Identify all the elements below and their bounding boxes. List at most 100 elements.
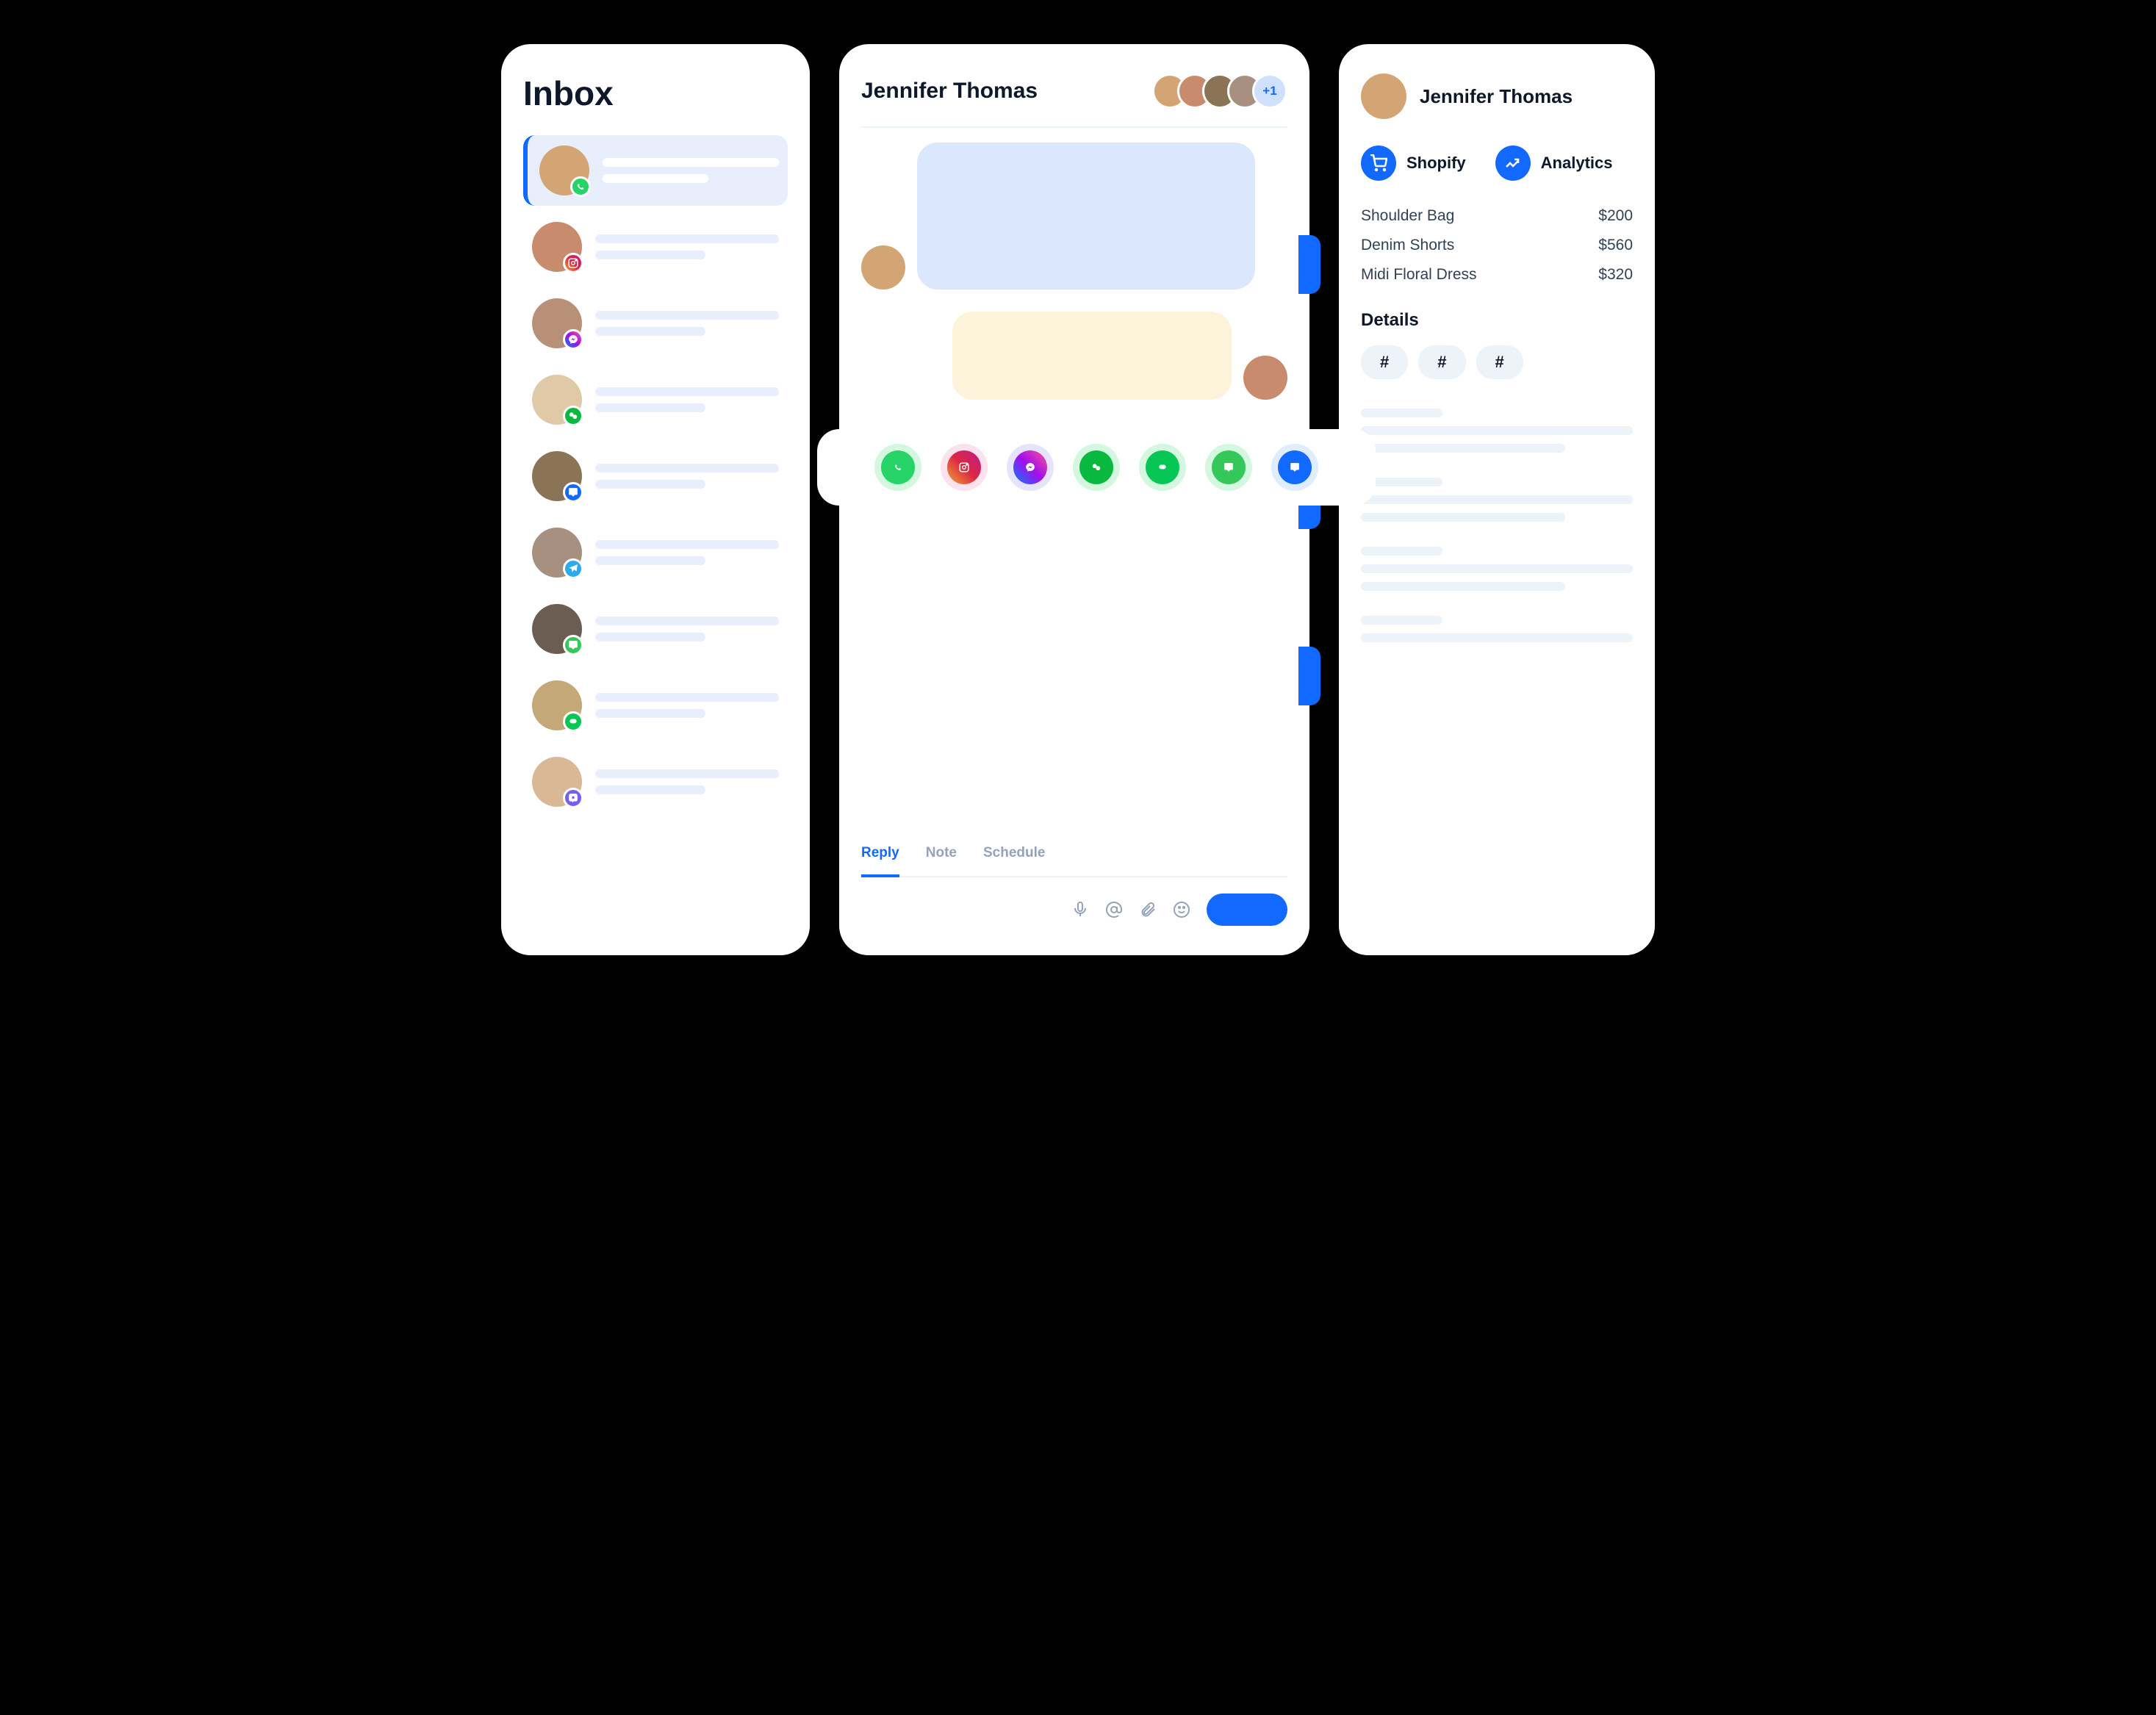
integration-label: Analytics xyxy=(1541,154,1613,173)
tags-row: # # # xyxy=(1361,345,1633,379)
tag-pill[interactable]: # xyxy=(1476,345,1523,379)
inbox-item[interactable] xyxy=(523,441,788,511)
wechat-icon xyxy=(1079,450,1113,484)
avatar-wrap xyxy=(532,375,582,425)
contact-avatar xyxy=(1361,73,1406,119)
inbox-item[interactable] xyxy=(523,288,788,359)
microphone-icon[interactable] xyxy=(1071,901,1089,918)
preview-lines xyxy=(595,693,779,718)
tab-schedule[interactable]: Schedule xyxy=(983,845,1045,866)
imessage-icon xyxy=(1212,450,1246,484)
emoji-icon[interactable] xyxy=(1173,901,1190,918)
purchase-list: Shoulder Bag $200 Denim Shorts $560 Midi Flo… xyxy=(1361,207,1633,284)
preview-lines xyxy=(595,311,779,336)
avatar-wrap xyxy=(532,451,582,501)
whatsapp-icon xyxy=(570,176,591,197)
detail-placeholder-block xyxy=(1361,547,1633,591)
avatar-wrap xyxy=(532,604,582,654)
inbox-item[interactable] xyxy=(523,517,788,588)
purchase-row: Midi Floral Dress $320 xyxy=(1361,266,1633,284)
tab-reply[interactable]: Reply xyxy=(861,845,899,877)
avatar-wrap xyxy=(532,680,582,730)
channel-instagram[interactable] xyxy=(941,444,988,491)
preview-lines xyxy=(595,769,779,794)
mention-icon[interactable] xyxy=(1105,901,1123,918)
viber-icon xyxy=(563,788,583,808)
purchase-row: Denim Shorts $560 xyxy=(1361,237,1633,254)
avatar-wrap xyxy=(532,222,582,272)
attachment-icon[interactable] xyxy=(1139,901,1157,918)
integrations-row: Shopify Analytics xyxy=(1361,145,1633,181)
purchase-price: $320 xyxy=(1598,266,1633,284)
participant-avatars[interactable]: +1 xyxy=(1163,73,1287,109)
analytics-icon xyxy=(1495,145,1531,181)
whatsapp-icon xyxy=(881,450,915,484)
detail-placeholder-block xyxy=(1361,409,1633,453)
message-row-incoming xyxy=(861,143,1287,290)
details-header: Jennifer Thomas xyxy=(1361,73,1633,119)
preview-lines xyxy=(595,464,779,489)
purchase-item: Denim Shorts xyxy=(1361,237,1454,254)
purchase-item: Midi Floral Dress xyxy=(1361,266,1477,284)
detail-placeholder-block xyxy=(1361,616,1633,642)
decoration-tab xyxy=(1298,647,1320,705)
decoration-tab xyxy=(1298,235,1320,294)
message-avatar xyxy=(861,245,905,290)
detail-placeholder-block xyxy=(1361,478,1633,522)
integration-shopify[interactable]: Shopify xyxy=(1361,145,1466,181)
inbox-list xyxy=(523,135,788,817)
composer-tabs: Reply Note Schedule xyxy=(861,845,1287,877)
message-bubble xyxy=(952,312,1232,400)
messenger-icon xyxy=(1013,450,1047,484)
preview-lines xyxy=(595,234,779,259)
avatar-wrap xyxy=(539,145,589,195)
inbox-item[interactable] xyxy=(523,135,788,206)
avatar-wrap xyxy=(532,298,582,348)
chat-contact-name: Jennifer Thomas xyxy=(861,79,1038,104)
avatar-wrap xyxy=(532,528,582,578)
inbox-item[interactable] xyxy=(523,364,788,435)
inbox-item[interactable] xyxy=(523,594,788,664)
sms-icon xyxy=(1278,450,1312,484)
preview-lines xyxy=(595,616,779,641)
inbox-panel: Inbox xyxy=(501,44,810,955)
composer: Reply Note Schedule xyxy=(861,845,1287,926)
cart-icon xyxy=(1361,145,1396,181)
composer-actions xyxy=(861,894,1287,926)
channel-sms[interactable] xyxy=(1271,444,1318,491)
inbox-item[interactable] xyxy=(523,747,788,817)
purchase-price: $560 xyxy=(1598,237,1633,254)
tag-pill[interactable]: # xyxy=(1361,345,1408,379)
channel-whatsapp[interactable] xyxy=(874,444,921,491)
purchase-price: $200 xyxy=(1598,207,1633,225)
chat-header: Jennifer Thomas +1 xyxy=(861,73,1287,128)
purchase-item: Shoulder Bag xyxy=(1361,207,1454,225)
preview-lines xyxy=(603,158,779,183)
tab-note[interactable]: Note xyxy=(926,845,957,866)
telegram-icon xyxy=(563,558,583,579)
contact-name: Jennifer Thomas xyxy=(1420,85,1573,108)
details-panel: Jennifer Thomas Shopify Analytics Should… xyxy=(1339,44,1655,955)
imessage-icon xyxy=(563,635,583,655)
preview-lines xyxy=(595,387,779,412)
tag-pill[interactable]: # xyxy=(1418,345,1465,379)
sms-icon xyxy=(563,482,583,503)
channel-imessage[interactable] xyxy=(1205,444,1252,491)
integration-analytics[interactable]: Analytics xyxy=(1495,145,1613,181)
purchase-row: Shoulder Bag $200 xyxy=(1361,207,1633,225)
inbox-item[interactable] xyxy=(523,670,788,741)
message-row-outgoing xyxy=(861,312,1287,400)
wechat-icon xyxy=(563,406,583,426)
instagram-icon xyxy=(947,450,981,484)
channel-line[interactable] xyxy=(1139,444,1186,491)
channel-wechat[interactable] xyxy=(1073,444,1120,491)
inbox-title: Inbox xyxy=(523,73,788,113)
channel-messenger[interactable] xyxy=(1007,444,1054,491)
chat-panel: Jennifer Thomas +1 Reply Note Schedule xyxy=(839,44,1309,955)
participant-more[interactable]: +1 xyxy=(1252,73,1287,109)
message-bubble xyxy=(917,143,1255,290)
inbox-item[interactable] xyxy=(523,212,788,282)
avatar-wrap xyxy=(532,757,582,807)
send-button[interactable] xyxy=(1207,894,1287,926)
line-icon xyxy=(563,711,583,732)
